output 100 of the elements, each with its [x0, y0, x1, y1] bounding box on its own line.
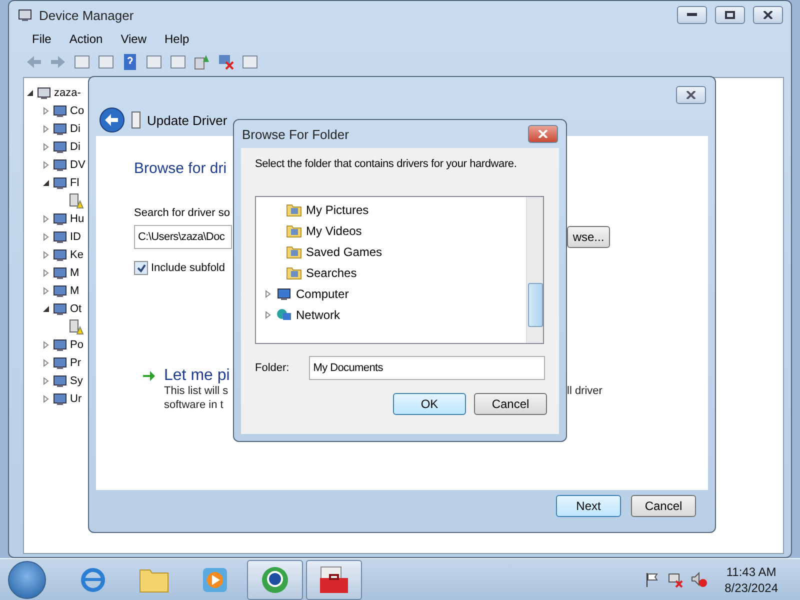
device-icon: [52, 265, 68, 281]
menu-item[interactable]: Help: [156, 32, 198, 46]
folder-item[interactable]: Network: [296, 308, 340, 322]
browser-icon: [79, 566, 107, 594]
folder-item[interactable]: Searches: [306, 266, 357, 280]
play-icon: [202, 567, 228, 593]
tree-item[interactable]: zaza-: [54, 87, 81, 99]
dialog-button[interactable]: OK: [393, 393, 466, 415]
close-icon: [538, 130, 548, 138]
warning-device-icon: [68, 193, 84, 209]
tree-item[interactable]: M: [70, 267, 80, 279]
clock-date: 8/23/2024: [724, 581, 778, 595]
flag-icon[interactable]: [644, 572, 659, 588]
start-button[interactable]: [8, 561, 46, 599]
expand-arrow-icon[interactable]: [264, 310, 272, 318]
taskbar-button[interactable]: [306, 560, 362, 600]
dialog-button[interactable]: Cancel: [474, 393, 547, 415]
close-button[interactable]: [676, 86, 706, 104]
network-icon[interactable]: [666, 572, 683, 588]
device-icon: [131, 111, 141, 129]
network-icon: [276, 306, 292, 322]
folder-input-field[interactable]: My Documents: [309, 356, 546, 380]
folder-item[interactable]: My Videos: [306, 224, 362, 238]
menu-item[interactable]: Action: [60, 32, 112, 46]
clock[interactable]: 11:43 AM 8/23/2024: [714, 565, 800, 595]
collapse-arrow-icon[interactable]: [42, 179, 50, 187]
back-button[interactable]: [99, 107, 125, 133]
wizard-button[interactable]: Cancel: [631, 495, 696, 517]
device-icon: [52, 175, 68, 191]
expand-arrow-icon[interactable]: [42, 377, 50, 385]
menu-item[interactable]: View: [112, 32, 156, 46]
option-description: This list will s: [164, 385, 228, 397]
device-icon: [52, 373, 68, 389]
device-icon: [52, 391, 68, 407]
tree-item[interactable]: Ot: [70, 303, 82, 315]
checkbox-label: Include subfold: [151, 262, 225, 274]
tree-item[interactable]: Fl: [70, 177, 80, 189]
tree-item[interactable]: Hu: [70, 213, 84, 225]
tree-item[interactable]: DV: [70, 159, 86, 171]
expand-arrow-icon[interactable]: [42, 107, 50, 115]
tree-item[interactable]: Di: [70, 123, 80, 135]
collapse-arrow-icon[interactable]: [26, 89, 34, 97]
field-label: Search for driver so: [134, 207, 230, 219]
device-icon: [52, 355, 68, 371]
device-icon: [52, 157, 68, 173]
minimize-button[interactable]: [677, 6, 707, 24]
tree-item[interactable]: Pr: [70, 357, 81, 369]
computer-icon: [17, 7, 33, 23]
tree-item[interactable]: Ke: [70, 249, 84, 261]
folder-item[interactable]: Saved Games: [306, 244, 382, 258]
clock-time: 11:43 AM: [726, 565, 776, 579]
folder-icon: [286, 264, 302, 280]
expand-arrow-icon[interactable]: [42, 161, 50, 169]
folder-icon: [286, 244, 302, 260]
device-icon: [52, 301, 68, 317]
option-description: software in t: [164, 399, 224, 411]
device-icon: [52, 337, 68, 353]
close-button[interactable]: [753, 6, 783, 24]
expand-arrow-icon[interactable]: [42, 215, 50, 223]
muted-speaker-icon[interactable]: [690, 572, 707, 588]
device-icon: [52, 139, 68, 155]
tree-item[interactable]: Ur: [70, 393, 82, 405]
expand-arrow-icon[interactable]: [42, 287, 50, 295]
tree-item[interactable]: Di: [70, 141, 80, 153]
expand-arrow-icon[interactable]: [42, 233, 50, 241]
wizard-button[interactable]: Next: [556, 495, 621, 517]
collapse-arrow-icon[interactable]: [42, 305, 50, 313]
expand-arrow-icon[interactable]: [42, 395, 50, 403]
restore-button[interactable]: [715, 6, 745, 24]
scrollbar[interactable]: [526, 197, 543, 343]
tree-item[interactable]: ID: [70, 231, 81, 243]
tree-item[interactable]: Sy: [70, 375, 83, 387]
menu-item[interactable]: File: [23, 32, 60, 46]
folder-item[interactable]: My Pictures: [306, 202, 369, 216]
taskbar-button[interactable]: [247, 560, 303, 600]
checkbox[interactable]: [134, 261, 148, 275]
back-arrow-icon[interactable]: [25, 53, 43, 71]
expand-arrow-icon[interactable]: [42, 125, 50, 133]
uninstall-icon[interactable]: [217, 53, 235, 71]
browse-button[interactable]: wse...: [567, 226, 610, 248]
path-input-field[interactable]: C:\Users\zaza\Doc: [134, 225, 232, 249]
arrow-icon: [142, 370, 156, 382]
device-icon: [52, 283, 68, 299]
option-link[interactable]: Let me pi: [164, 367, 230, 385]
help-icon[interactable]: [121, 53, 139, 71]
option-description: ll driver: [567, 385, 602, 397]
expand-arrow-icon[interactable]: [264, 290, 272, 298]
tree-item[interactable]: M: [70, 285, 80, 297]
expand-arrow-icon[interactable]: [42, 359, 50, 367]
forward-arrow-icon[interactable]: [49, 53, 67, 71]
update-driver-icon[interactable]: [193, 53, 211, 71]
expand-arrow-icon[interactable]: [42, 251, 50, 259]
tree-item[interactable]: Po: [70, 339, 84, 351]
expand-arrow-icon[interactable]: [42, 341, 50, 349]
folder-item[interactable]: Computer: [296, 286, 349, 300]
dialog-title: Browse For Folder: [242, 126, 349, 142]
expand-arrow-icon[interactable]: [42, 143, 50, 151]
tree-item[interactable]: Co: [70, 105, 84, 117]
folder-icon: [286, 202, 302, 218]
expand-arrow-icon[interactable]: [42, 269, 50, 277]
